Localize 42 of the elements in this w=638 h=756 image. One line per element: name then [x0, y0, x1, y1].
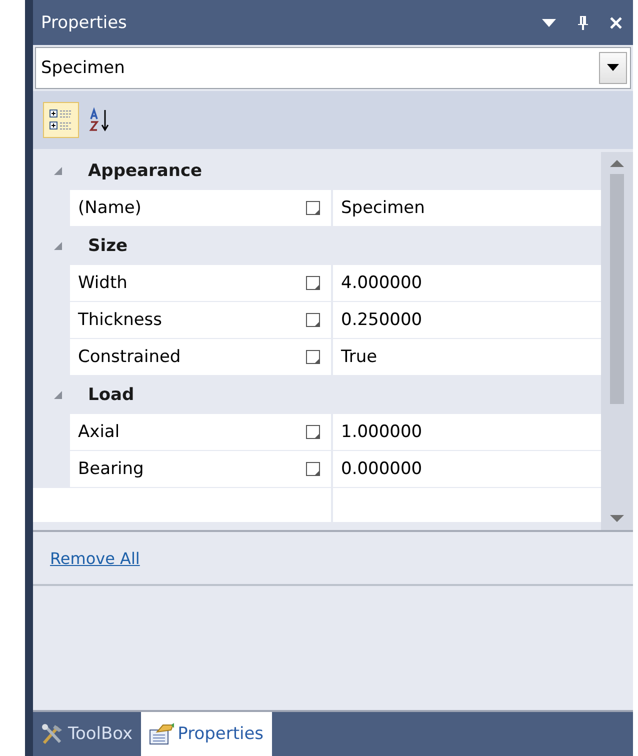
expander-icon[interactable]: [53, 390, 63, 400]
category-name: Size: [88, 236, 128, 256]
property-icon: [305, 312, 321, 328]
properties-icon: [148, 722, 175, 746]
object-selector[interactable]: Specimen: [35, 47, 631, 89]
scroll-thumb[interactable]: [610, 174, 624, 404]
remove-all-link[interactable]: Remove All: [50, 548, 140, 568]
category-name: Appearance: [88, 161, 202, 181]
property-name: (Name): [70, 190, 333, 226]
expander-icon[interactable]: [53, 166, 63, 176]
property-icon: [305, 461, 321, 477]
property-name: Width: [70, 265, 333, 301]
category-row[interactable]: Appearance: [33, 152, 601, 190]
pin-icon[interactable]: [577, 14, 589, 30]
scroll-up-icon[interactable]: [609, 158, 625, 168]
categorized-button[interactable]: [43, 102, 79, 138]
property-value[interactable]: Specimen: [333, 190, 601, 226]
property-value[interactable]: 0.250000: [333, 302, 601, 338]
caret-icon: [607, 64, 619, 72]
dropdown-icon[interactable]: [541, 18, 557, 28]
property-icon: [305, 275, 321, 291]
window-title: Properties: [41, 12, 128, 32]
property-icon: [305, 200, 321, 216]
property-name: Constrained: [70, 339, 333, 375]
category-name: Load: [88, 385, 134, 405]
property-value[interactable]: 4.000000: [333, 265, 601, 301]
property-name: Axial: [70, 414, 333, 450]
category-row[interactable]: Load: [33, 376, 601, 414]
tab[interactable]: ToolBox: [33, 712, 141, 756]
expander-icon[interactable]: [53, 241, 63, 251]
scroll-down-icon[interactable]: [609, 514, 625, 524]
property-value[interactable]: 0.000000: [333, 451, 601, 487]
category-row[interactable]: Size: [33, 227, 601, 265]
property-value[interactable]: 1.000000: [333, 414, 601, 450]
property-icon: [305, 349, 321, 365]
property-icon: [305, 424, 321, 440]
property-value[interactable]: True: [333, 339, 601, 375]
scrollbar[interactable]: [601, 152, 633, 530]
tab[interactable]: Properties: [140, 712, 272, 756]
close-icon[interactable]: [609, 16, 623, 30]
property-name: Bearing: [70, 451, 333, 487]
property-name: Thickness: [70, 302, 333, 338]
